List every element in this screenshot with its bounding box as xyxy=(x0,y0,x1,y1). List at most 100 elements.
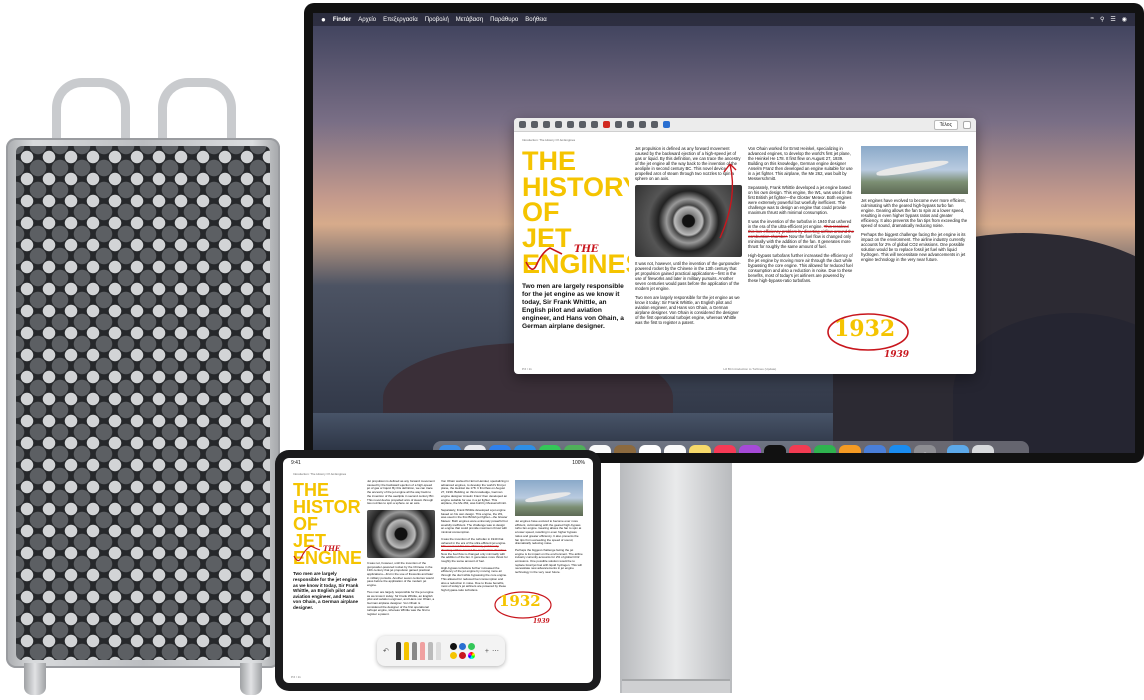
color-blue-swatch[interactable] xyxy=(458,643,466,650)
sign-tool-icon[interactable] xyxy=(567,121,574,128)
mac-pro-tower xyxy=(0,78,286,695)
text-tool-icon[interactable] xyxy=(555,121,562,128)
menu-item-help[interactable]: Βοήθεια xyxy=(525,17,547,23)
intro-text: Two men are largely responsible for the … xyxy=(293,571,359,611)
rotate-icon[interactable] xyxy=(639,121,646,128)
done-button[interactable]: Τέλος xyxy=(933,119,958,130)
desktop: ● Finder Αρχείο Επεξεργασία Προβολή Μετά… xyxy=(313,13,1135,453)
control-center-icon[interactable]: ☰ xyxy=(1110,16,1115,23)
fill-color-icon[interactable] xyxy=(615,121,622,128)
pencil-tool-icon[interactable] xyxy=(411,642,417,660)
lasso-tool-icon[interactable] xyxy=(427,642,433,660)
handwritten-1939: 1939 xyxy=(884,350,910,360)
paragraph: Separately, Frank Whittle developed a je… xyxy=(441,507,508,535)
reminders-icon[interactable] xyxy=(664,445,686,453)
menu-item-window[interactable]: Παράθυρο xyxy=(490,17,518,23)
text-run: Now the fuel flow is changed only minima… xyxy=(441,551,508,564)
shapes-tool-icon[interactable] xyxy=(543,121,550,128)
color-yellow-swatch[interactable] xyxy=(449,652,457,659)
pen-tool-icon[interactable] xyxy=(395,642,401,660)
keynote-icon[interactable] xyxy=(839,445,861,453)
line-style-icon[interactable] xyxy=(591,121,598,128)
paragraph: It was not, however, until the invention… xyxy=(367,560,434,588)
ipad-screen: 9:41 100% Introduction: The History Of J… xyxy=(283,458,593,683)
text-style-icon[interactable] xyxy=(627,121,634,128)
music-icon[interactable]: ♫ xyxy=(714,445,736,453)
siri-icon[interactable]: ◉ xyxy=(1122,16,1127,23)
status-menus: ≈ ⚲ ☰ ◉ xyxy=(1091,16,1127,23)
tower-body xyxy=(6,138,280,668)
sketch-tool-icon[interactable] xyxy=(519,121,526,128)
ruler-tool-icon[interactable] xyxy=(435,642,441,660)
ipad-status-bar: 9:41 100% xyxy=(283,458,593,468)
share-icon[interactable] xyxy=(963,120,971,129)
ipad-battery: 100% xyxy=(572,460,585,466)
paragraph: High-bypass turbofans further increased … xyxy=(748,253,853,283)
title-line: THE xyxy=(522,146,576,176)
tower-foot-right xyxy=(240,663,262,695)
trash-icon[interactable] xyxy=(972,445,994,453)
year-1932: 1932 xyxy=(499,592,541,610)
paragraph: Von Ohain worked for Ernst Heinkel, spec… xyxy=(441,480,509,506)
numbers-icon[interactable] xyxy=(814,445,836,453)
paragraph: Perhaps the biggest challenge facing the… xyxy=(515,547,583,575)
podcasts-icon[interactable] xyxy=(739,445,761,453)
menu-item-view[interactable]: Προβολή xyxy=(425,17,449,23)
eraser-tool-icon[interactable] xyxy=(419,642,425,660)
pro-display: ● Finder Αρχείο Επεξεργασία Προβολή Μετά… xyxy=(304,3,1144,463)
insert-caret-mark xyxy=(525,247,563,270)
running-header: Introduction: The History Of Jet Engines xyxy=(293,472,347,476)
markup-toolbar: Τέλος xyxy=(514,118,976,132)
border-color-icon[interactable] xyxy=(603,121,610,128)
page-number: P.6 / 11 xyxy=(291,675,301,679)
menu-item-edit[interactable]: Επεξεργασία xyxy=(383,17,418,23)
wifi-icon[interactable]: ≈ xyxy=(1091,16,1094,23)
app-store-icon[interactable] xyxy=(889,445,911,453)
display-stand xyxy=(620,463,732,693)
intro-text: Two men are largely responsible for the … xyxy=(522,283,624,331)
running-header: Introduction: The History Of Jet Engines xyxy=(522,138,576,142)
paragraph: Separately, Frank Whittle developed a je… xyxy=(748,185,853,215)
note-tool-icon[interactable] xyxy=(579,121,586,128)
add-icon[interactable]: + xyxy=(485,648,489,655)
text-column-2: Jet propulsion is defined as any forward… xyxy=(367,480,435,648)
paragraph: Perhaps the biggest challenge facing the… xyxy=(861,232,966,262)
contacts-icon[interactable] xyxy=(614,445,636,453)
tv-icon[interactable] xyxy=(764,445,786,453)
menu-app-name[interactable]: Finder xyxy=(333,17,351,23)
year-1932: 1932 xyxy=(834,316,896,342)
crop-icon[interactable] xyxy=(651,121,658,128)
downloads-folder-icon[interactable] xyxy=(947,445,969,453)
preview-app-icon[interactable] xyxy=(864,445,886,453)
paragraph: Jet engines have evolved to become ever … xyxy=(861,198,968,228)
pen-tool-icon[interactable] xyxy=(531,121,538,128)
news-icon[interactable] xyxy=(789,445,811,453)
color-red-swatch[interactable] xyxy=(458,652,466,659)
calendar-icon[interactable] xyxy=(639,445,661,453)
paragraph-with-strikethrough: It was the invention of the turbofan in … xyxy=(748,219,855,249)
page-number: P.6 / 11 xyxy=(522,367,532,371)
more-icon[interactable]: ⋯ xyxy=(492,647,499,655)
menu-bar: ● Finder Αρχείο Επεξεργασία Προβολή Μετά… xyxy=(313,13,1135,26)
document-page: Introduction: The History Of Jet Engines… xyxy=(514,132,976,374)
color-picker-icon[interactable] xyxy=(467,652,475,659)
search-icon[interactable]: ⚲ xyxy=(1100,16,1104,23)
apple-menu-icon[interactable]: ● xyxy=(321,15,326,24)
menu-item-go[interactable]: Μετάβαση xyxy=(456,17,483,23)
color-swatches xyxy=(449,643,475,659)
menu-item-file[interactable]: Αρχείο xyxy=(358,17,376,23)
notes-icon[interactable] xyxy=(689,445,711,453)
tower-grille xyxy=(16,146,270,660)
color-black-swatch[interactable] xyxy=(449,643,457,650)
preview-window: Τέλος Introduction: The History Of Jet E… xyxy=(514,118,976,374)
undo-icon[interactable]: ↶ xyxy=(383,647,389,655)
paragraph: Jet engines have evolved to become ever … xyxy=(515,519,582,546)
system-preferences-icon[interactable]: ⚙ xyxy=(914,445,936,453)
highlighter-tool-icon[interactable] xyxy=(403,642,409,660)
jet-airplane-photo xyxy=(861,146,968,194)
markup-tool-palette: ↶ + ⋯ xyxy=(377,636,505,666)
footer-title: HJ B4 Introduction to Turbines (Update) xyxy=(723,367,777,371)
sidecar-markup-icon[interactable] xyxy=(663,121,670,128)
color-green-swatch[interactable] xyxy=(467,643,475,650)
paragraph: Two men are largely responsible for the … xyxy=(635,295,740,325)
